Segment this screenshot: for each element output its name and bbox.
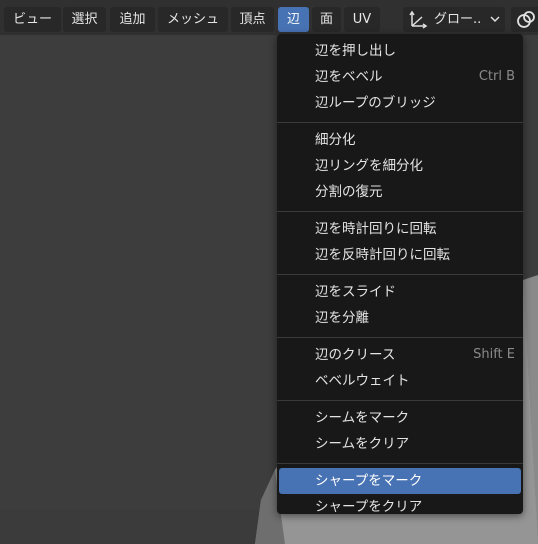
orientation-gizmo-icon <box>409 10 428 29</box>
menu-separator <box>277 122 523 123</box>
pivot-point-button[interactable] <box>511 7 538 32</box>
menu-view[interactable]: ビュー <box>4 7 61 32</box>
edge-menu: 辺を押し出し 辺をベベル Ctrl B 辺ループのブリッジ 細分化 辺リングを細… <box>277 34 523 515</box>
viewport-header: ビュー 選択 追加 メッシュ 頂点 辺 面 UV グロー.. <box>0 0 538 35</box>
menu-separator <box>277 400 523 401</box>
menu-add[interactable]: 追加 <box>110 7 155 32</box>
menu-separator <box>277 274 523 275</box>
transform-orientation-label: グロー.. <box>434 12 482 27</box>
menu-item-label: ベベルウェイト <box>315 373 410 389</box>
menu-item-label: シームをマーク <box>315 410 410 426</box>
menu-mesh[interactable]: メッシュ <box>158 7 228 32</box>
menu-separator <box>277 463 523 464</box>
menu-item-edge-crease[interactable]: 辺のクリース Shift E <box>277 342 523 368</box>
menu-item-subdivide[interactable]: 細分化 <box>277 127 523 153</box>
menu-item-label: シャープをクリア <box>315 499 423 515</box>
menu-uv[interactable]: UV <box>344 7 380 32</box>
chevron-down-icon <box>490 16 500 23</box>
menu-edge[interactable]: 辺 <box>278 7 309 32</box>
menu-item-shortcut: Shift E <box>473 347 515 362</box>
menu-item-clear-seam[interactable]: シームをクリア <box>277 431 523 457</box>
menu-item-mark-sharp[interactable]: シャープをマーク <box>279 468 521 494</box>
menu-vertex[interactable]: 頂点 <box>231 7 274 32</box>
menu-item-label: 辺を分離 <box>315 310 369 326</box>
menu-item-extrude-edges[interactable]: 辺を押し出し <box>277 38 523 64</box>
menu-item-label: 細分化 <box>315 132 356 148</box>
menu-item-label: シームをクリア <box>315 436 410 452</box>
menu-item-subdivide-edge-ring[interactable]: 辺リングを細分化 <box>277 153 523 179</box>
menu-separator <box>277 211 523 212</box>
menu-item-label: 辺ループのブリッジ <box>315 95 436 111</box>
menu-item-shortcut: Ctrl B <box>478 69 515 84</box>
menu-item-label: 辺をスライド <box>315 284 396 300</box>
menu-item-label: 辺を押し出し <box>315 43 396 59</box>
menu-item-bridge-edge-loops[interactable]: 辺ループのブリッジ <box>277 90 523 116</box>
menu-item-un-subdivide[interactable]: 分割の復元 <box>277 179 523 205</box>
menu-select[interactable]: 選択 <box>63 7 106 32</box>
menu-item-label: シャープをマーク <box>315 473 423 489</box>
menu-item-label: 辺を時計回りに回転 <box>315 221 437 237</box>
menu-face[interactable]: 面 <box>312 7 341 32</box>
menu-item-mark-seam[interactable]: シームをマーク <box>277 405 523 431</box>
menu-item-label: 辺を反時計回りに回転 <box>315 247 450 263</box>
menu-item-rotate-edge-ccw[interactable]: 辺を反時計回りに回転 <box>277 242 523 268</box>
transform-orientation-dropdown[interactable]: グロー.. <box>403 7 505 32</box>
menu-item-clear-sharp[interactable]: シャープをクリア <box>277 494 523 520</box>
pivot-link-icon <box>517 11 535 28</box>
menu-item-label: 辺をベベル <box>315 69 383 85</box>
menu-item-rotate-edge-cw[interactable]: 辺を時計回りに回転 <box>277 216 523 242</box>
menu-item-edge-split[interactable]: 辺を分離 <box>277 305 523 331</box>
menu-item-bevel-weight[interactable]: ベベルウェイト <box>277 368 523 394</box>
menu-separator <box>277 337 523 338</box>
menu-item-label: 辺のクリース <box>315 347 396 363</box>
menu-item-edge-slide[interactable]: 辺をスライド <box>277 279 523 305</box>
menu-item-label: 分割の復元 <box>315 184 383 200</box>
menu-item-bevel-edges[interactable]: 辺をベベル Ctrl B <box>277 64 523 90</box>
menu-item-label: 辺リングを細分化 <box>315 158 423 174</box>
